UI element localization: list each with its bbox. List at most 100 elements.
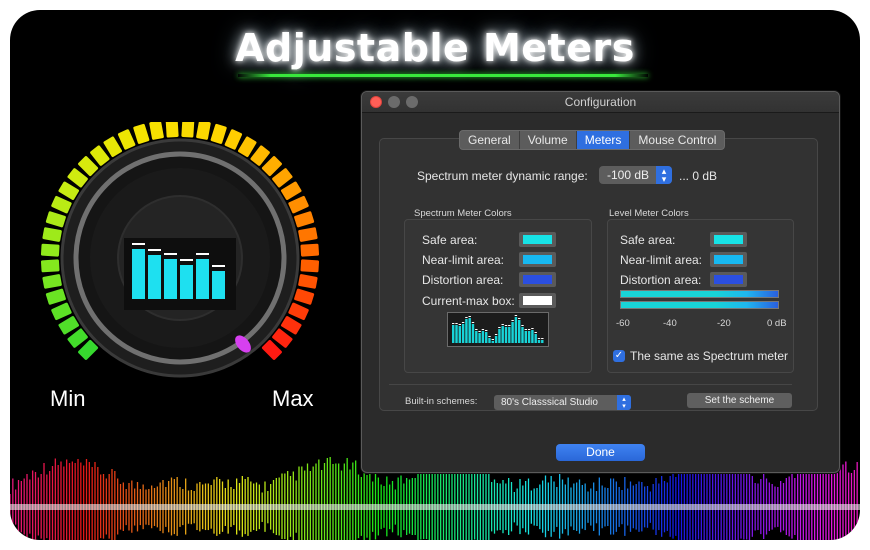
spectrum-near-limit-label: Near-limit area: xyxy=(422,253,505,267)
level-distortion-label: Distortion area: xyxy=(620,273,702,287)
tab-meters[interactable]: Meters xyxy=(576,131,631,149)
spectrum-preview-peak xyxy=(531,328,534,329)
spectrum-distortion-swatch[interactable] xyxy=(519,272,556,287)
dynamic-range-select[interactable]: -100 dB ▴ ▾ xyxy=(599,166,672,184)
dial-segment xyxy=(298,274,318,289)
dial-segment xyxy=(42,274,62,289)
spectrum-preview-bar xyxy=(485,332,488,343)
spectrum-preview-peak xyxy=(452,323,455,324)
spectrum-colors-group: Safe area: Near-limit area: Distortion a… xyxy=(404,219,592,373)
promo-canvas: Adjustable Meters Min Max Configuration … xyxy=(10,10,860,540)
spectrum-preview-bar xyxy=(494,336,498,343)
spectrum-preview-bar xyxy=(534,334,537,343)
checkmark-icon: ✓ xyxy=(614,350,624,361)
dial-segment xyxy=(288,195,309,214)
level-safe-swatch[interactable] xyxy=(710,232,747,247)
spectrum-preview-bar xyxy=(501,326,504,343)
dial-mini-bar xyxy=(132,249,145,299)
tab-bar: General Volume Meters Mouse Control xyxy=(459,130,726,150)
spectrum-preview-bar xyxy=(504,327,508,343)
spectrum-preview-peak xyxy=(475,329,478,330)
spectrum-preview-bar xyxy=(455,325,458,343)
dial-segment xyxy=(288,302,309,321)
spectrum-preview-peak xyxy=(527,329,531,330)
level-distortion-color xyxy=(714,275,743,284)
chevron-updown-icon: ▴ ▾ xyxy=(617,395,631,410)
spectrum-preview-peak xyxy=(461,322,465,323)
tab-mouse-control[interactable]: Mouse Control xyxy=(630,131,724,149)
spectrum-preview-peak xyxy=(504,325,508,326)
dial-segment xyxy=(181,122,195,138)
spectrum-preview-bar xyxy=(498,329,501,343)
spectrum-preview-peak xyxy=(458,324,461,325)
set-scheme-button[interactable]: Set the scheme xyxy=(687,393,792,408)
dial-segment xyxy=(45,211,66,228)
window-titlebar[interactable]: Configuration xyxy=(362,92,839,113)
spectrum-preview-peak xyxy=(534,332,537,333)
level-scale-tick: -60 xyxy=(616,318,630,329)
schemes-label: Built-in schemes: xyxy=(405,396,478,407)
schemes-value: 80's Classsical Studio xyxy=(501,397,598,408)
tab-volume[interactable]: Volume xyxy=(520,131,577,149)
spectrum-preview-peak xyxy=(468,316,471,317)
schemes-select[interactable]: 80's Classsical Studio ▴ ▾ xyxy=(494,395,631,410)
dial-segment xyxy=(300,259,320,273)
dial-segment xyxy=(133,123,150,144)
headline-underline xyxy=(238,74,648,77)
spectrum-near-limit-swatch[interactable] xyxy=(519,252,556,267)
level-near-limit-swatch[interactable] xyxy=(710,252,747,267)
dial-mini-peak xyxy=(196,253,209,255)
spectrum-preview-peak xyxy=(498,327,501,328)
same-as-spectrum-checkbox[interactable]: ✓ xyxy=(613,350,625,362)
spectrum-preview-bar xyxy=(452,325,455,343)
spectrum-preview-bar xyxy=(478,333,481,343)
spectrum-preview-peak xyxy=(508,325,511,326)
spectrum-preview-peak xyxy=(518,318,521,319)
dial-segment xyxy=(51,195,72,214)
spectrum-colors-title: Spectrum Meter Colors xyxy=(414,208,512,219)
dial-segment xyxy=(51,302,72,321)
tab-general[interactable]: General xyxy=(460,131,520,149)
level-near-limit-label: Near-limit area: xyxy=(620,253,703,267)
spectrum-distortion-label: Distortion area: xyxy=(422,273,504,287)
spectrum-preview-peak xyxy=(537,338,541,339)
spectrum-preview-bar xyxy=(461,324,465,343)
spectrum-safe-label: Safe area: xyxy=(422,233,478,247)
dial-segment xyxy=(45,288,66,305)
spectrum-preview-peak xyxy=(524,329,527,330)
spectrum-preview-peak xyxy=(501,324,504,325)
spectrum-preview-bar xyxy=(488,338,491,343)
done-button[interactable]: Done xyxy=(556,444,645,461)
dial-segment xyxy=(294,211,315,228)
spectrum-preview-bar xyxy=(527,331,531,343)
spectrum-preview-bar xyxy=(491,341,494,343)
level-safe-color xyxy=(714,235,743,244)
spectrum-preview-peak xyxy=(481,329,485,330)
spectrum-safe-color xyxy=(523,235,552,244)
level-distortion-swatch[interactable] xyxy=(710,272,747,287)
spectrum-preview-bar xyxy=(541,340,544,343)
spectrum-preview-peak xyxy=(521,325,524,326)
current-max-box-swatch[interactable] xyxy=(519,293,556,308)
meter-dial xyxy=(40,122,320,378)
dial-mini-peak xyxy=(132,243,145,245)
dial-segment xyxy=(165,122,179,138)
dial-mini-peak xyxy=(180,259,193,261)
spectrum-preview-bar xyxy=(481,331,485,343)
level-safe-label: Safe area: xyxy=(620,233,676,247)
spectrum-preview-peak xyxy=(488,336,491,337)
window-title: Configuration xyxy=(564,95,637,109)
spectrum-preview-bar xyxy=(511,322,514,343)
dial-mini-bar xyxy=(212,271,225,299)
spectrum-preview-peak xyxy=(478,331,481,332)
spectrum-preview-peak xyxy=(455,323,458,324)
dial-mini-peak xyxy=(212,265,225,267)
spectrum-preview-bar xyxy=(475,331,478,343)
current-max-box-label: Current-max box: xyxy=(422,294,515,308)
spectrum-preview-bar xyxy=(458,326,461,343)
dynamic-range-value: -100 dB xyxy=(607,168,650,182)
divider xyxy=(389,384,792,385)
spectrum-safe-swatch[interactable] xyxy=(519,232,556,247)
same-as-spectrum-label: The same as Spectrum meter xyxy=(630,349,789,363)
spectrum-preview-bar xyxy=(537,340,541,343)
